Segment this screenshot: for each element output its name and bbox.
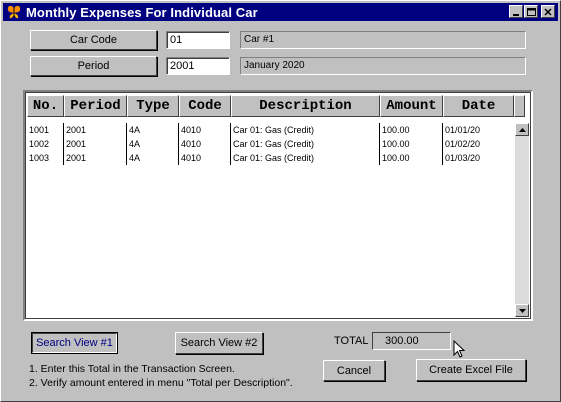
scroll-up-icon[interactable]	[515, 123, 529, 136]
cancel-button[interactable]: Cancel	[323, 360, 385, 381]
table-body: 1001 2001 4A 4010 Car 01: Gas (Credit) 1…	[27, 123, 514, 165]
cell-date: 01/02/20	[445, 139, 481, 149]
cell-date: 01/01/20	[445, 125, 481, 135]
app-butterfly-icon	[7, 5, 21, 19]
car-code-button[interactable]: Car Code	[30, 30, 157, 50]
cell-no: 1002	[27, 137, 64, 151]
cell-no: 1001	[27, 123, 64, 137]
column-header-code[interactable]: Code	[179, 95, 231, 117]
table-header: No. Period Type Code Description Amount …	[27, 95, 525, 117]
period-input[interactable]: 2001	[166, 57, 230, 75]
cell-type: 4A	[127, 123, 179, 137]
table-row[interactable]: 1003 2001 4A 4010 Car 01: Gas (Credit) 1…	[27, 151, 514, 165]
column-header-type[interactable]: Type	[127, 95, 179, 117]
cell-type: 4A	[127, 151, 179, 165]
title-bar[interactable]: Monthly Expenses For Individual Car	[3, 3, 558, 21]
column-header-period[interactable]: Period	[64, 95, 127, 117]
cell-code: 4010	[179, 123, 231, 137]
cell-description: Car 01: Gas (Credit)	[231, 137, 380, 151]
close-icon[interactable]	[541, 5, 555, 18]
instruction-line: 2. Verify amount entered in menu "Total …	[29, 377, 293, 389]
cell-description: Car 01: Gas (Credit)	[231, 123, 380, 137]
expenses-window: Monthly Expenses For Individual Car Car …	[0, 0, 561, 402]
transactions-table: No. Period Type Code Description Amount …	[23, 90, 533, 321]
total-value: 300.00	[372, 332, 451, 350]
cell-amount: 100.00	[380, 123, 443, 137]
column-header-date[interactable]: Date	[443, 95, 514, 117]
total-label: TOTAL	[334, 335, 369, 347]
column-header-filler	[514, 95, 525, 117]
column-header-no[interactable]: No.	[27, 95, 64, 117]
cell-period: 2001	[64, 123, 127, 137]
search-view-1-button[interactable]: Search View #1	[31, 332, 118, 354]
cell-no: 1003	[27, 151, 64, 165]
filter-panel: Car Code 01 Car #1 Period 2001 January 2…	[23, 25, 540, 85]
car-code-input[interactable]: 01	[166, 31, 230, 49]
minimize-icon[interactable]	[509, 5, 523, 18]
column-header-description[interactable]: Description	[231, 95, 380, 117]
cell-amount: 100.00	[380, 137, 443, 151]
cell-code: 4010	[179, 151, 231, 165]
period-description: January 2020	[240, 57, 526, 75]
maximize-icon[interactable]	[524, 5, 538, 18]
cell-date: 01/03/20	[445, 153, 481, 163]
table-row[interactable]: 1002 2001 4A 4010 Car 01: Gas (Credit) 1…	[27, 137, 514, 151]
table-row[interactable]: 1001 2001 4A 4010 Car 01: Gas (Credit) 1…	[27, 123, 514, 137]
cell-period: 2001	[64, 151, 127, 165]
vertical-scrollbar[interactable]	[515, 123, 529, 317]
cell-period: 2001	[64, 137, 127, 151]
mouse-pointer-icon	[453, 340, 465, 358]
cell-description: Car 01: Gas (Credit)	[231, 151, 380, 165]
create-excel-file-button[interactable]: Create Excel File	[416, 359, 526, 381]
column-header-amount[interactable]: Amount	[380, 95, 443, 117]
scroll-down-icon[interactable]	[515, 304, 529, 317]
period-button[interactable]: Period	[30, 56, 157, 76]
window-title: Monthly Expenses For Individual Car	[26, 4, 258, 20]
cell-code: 4010	[179, 137, 231, 151]
cell-type: 4A	[127, 137, 179, 151]
search-view-2-button[interactable]: Search View #2	[175, 332, 263, 354]
instruction-line: 1. Enter this Total in the Transaction S…	[29, 363, 235, 375]
instructions: 1. Enter this Total in the Transaction S…	[29, 362, 293, 390]
car-code-description: Car #1	[240, 31, 526, 49]
cell-amount: 100.00	[380, 151, 443, 165]
